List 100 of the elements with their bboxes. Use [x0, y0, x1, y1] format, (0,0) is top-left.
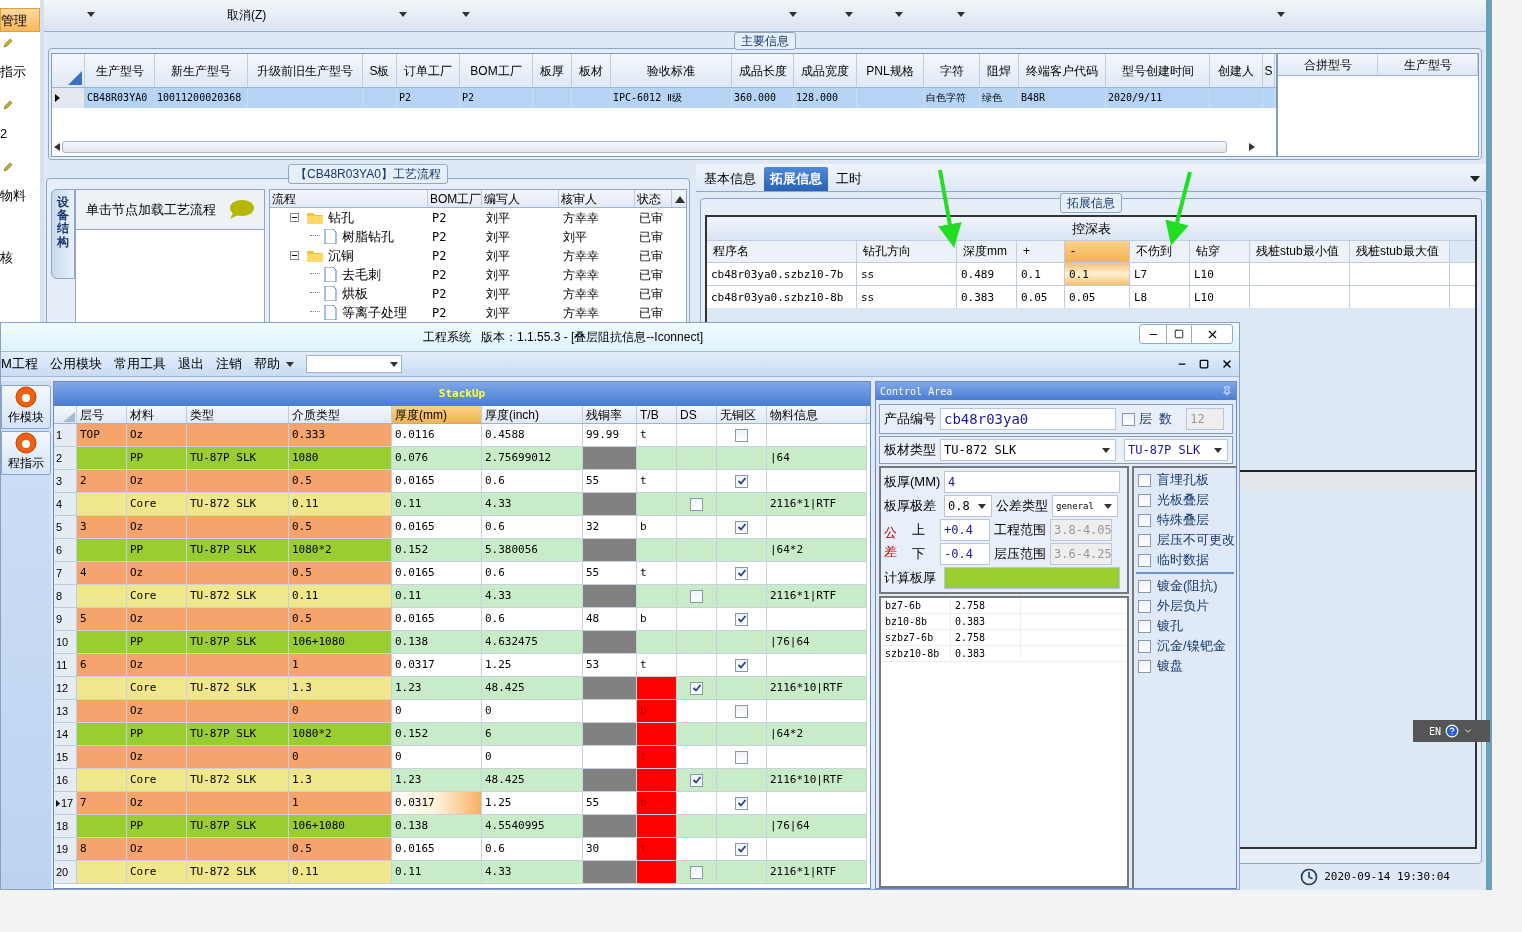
dropdown-arrow-icon[interactable]	[1470, 176, 1480, 182]
checkbox[interactable]	[1138, 639, 1151, 653]
column-header[interactable]: 成品宽度	[794, 54, 857, 87]
expand-toggle-icon[interactable]	[290, 213, 299, 222]
dropdown-arrow-icon[interactable]	[978, 503, 986, 509]
row-header[interactable]: 5	[54, 516, 77, 539]
table-row[interactable]: 14 PP TU-87P SLK 1080*2 0.152 6 |64*2	[54, 723, 870, 746]
side-tab[interactable]: 设备结构	[51, 189, 75, 279]
language-indicator[interactable]: EN	[1429, 723, 1442, 739]
checkbox[interactable]	[735, 842, 748, 856]
column-header[interactable]: DS	[677, 406, 717, 423]
checkbox[interactable]	[735, 704, 748, 718]
dropdown-arrow-icon[interactable]	[1214, 447, 1222, 453]
checkbox[interactable]	[690, 589, 703, 603]
tree-node-label[interactable]: 树脂钻孔	[342, 226, 394, 247]
menu-item[interactable]: 帮助	[253, 354, 280, 374]
column-header[interactable]: 无铜区	[717, 406, 767, 423]
column-header[interactable]: 材料	[127, 406, 187, 423]
checkbox[interactable]	[690, 681, 703, 695]
table-row[interactable]: 2 PP TU-87P SLK 1080 0.076 2.75699012 |64	[54, 447, 870, 470]
row-header[interactable]: 11	[54, 654, 77, 677]
column-header[interactable]: 生产型号	[1378, 54, 1478, 75]
column-header[interactable]: 成品长度	[732, 54, 794, 87]
sidebar-item[interactable]: 2	[0, 122, 40, 146]
checkbox[interactable]	[1138, 533, 1151, 547]
nav-button[interactable]: 程指示	[1, 431, 51, 475]
table-row[interactable]: 11 6 Oz 1 0.0317 1.25 53 t	[54, 654, 870, 677]
checkbox[interactable]	[1138, 513, 1151, 527]
column-header[interactable]: 钻穿	[1190, 241, 1250, 262]
tab[interactable]: 基本信息	[698, 167, 762, 191]
column-header[interactable]: 合拼型号	[1278, 54, 1378, 75]
select-all-corner-icon[interactable]	[68, 71, 82, 85]
dropdown-arrow-icon[interactable]	[1102, 447, 1110, 453]
column-header[interactable]: 残桩stub最小值	[1250, 241, 1350, 262]
row-header[interactable]: 10	[54, 631, 77, 654]
table-row[interactable]: 13 Oz 0 0 0 b	[54, 700, 870, 723]
dropdown-arrow-icon[interactable]	[845, 12, 854, 17]
checkbox[interactable]	[735, 750, 748, 764]
column-header[interactable]: 流程	[270, 190, 428, 207]
row-header[interactable]: 18	[54, 815, 77, 838]
column-header[interactable]: BOM工厂	[460, 54, 533, 87]
column-header[interactable]: 残铜率	[583, 406, 637, 423]
pin-icon[interactable]	[1222, 386, 1232, 396]
table-row[interactable]: 3 2 Oz 0.5 0.0165 0.6 55 t	[54, 470, 870, 493]
help-icon[interactable]	[1445, 724, 1460, 738]
column-header[interactable]: 编写人	[482, 190, 559, 207]
checkbox[interactable]	[690, 773, 703, 787]
column-header[interactable]: 核审人	[559, 190, 635, 207]
column-header[interactable]: 终端客户代码	[1019, 54, 1106, 87]
row-header[interactable]: 7	[54, 562, 77, 585]
column-header[interactable]: 板厚	[533, 54, 572, 87]
column-header[interactable]: 型号创建时间	[1106, 54, 1210, 87]
row-header[interactable]: 2	[54, 447, 77, 470]
checkbox[interactable]	[735, 796, 748, 810]
scroll-up-icon[interactable]	[675, 196, 685, 203]
dropdown-arrow-icon[interactable]	[1104, 503, 1112, 509]
checkbox[interactable]	[1138, 659, 1151, 673]
table-row[interactable]: 6 PP TU-87P SLK 1080*2 0.152 5.380056 |64*2	[54, 539, 870, 562]
column-header[interactable]: 新生产型号	[155, 54, 248, 87]
column-header[interactable]: 订单工厂	[397, 54, 460, 87]
sidebar-item[interactable]: 指示	[0, 60, 40, 84]
column-header[interactable]: 钻孔方向	[857, 241, 957, 262]
sidebar-item[interactable]: 物料	[0, 184, 40, 208]
checkbox[interactable]	[735, 612, 748, 626]
scroll-right-icon[interactable]	[1249, 143, 1255, 151]
checkbox[interactable]	[735, 658, 748, 672]
column-header[interactable]: 程序名	[707, 241, 857, 262]
column-header[interactable]: 状态	[635, 190, 672, 207]
checkbox[interactable]	[1138, 473, 1151, 487]
dropdown-arrow-icon[interactable]	[87, 12, 95, 17]
dropdown-arrow-icon[interactable]	[389, 361, 398, 367]
dropdown-arrow-icon[interactable]	[462, 12, 471, 17]
tree-node-label[interactable]: 沉铜	[328, 245, 354, 266]
dropdown-arrow-icon[interactable]	[399, 12, 408, 17]
row-header[interactable]: 20	[54, 861, 77, 884]
column-header[interactable]: -	[1065, 241, 1130, 262]
row-header[interactable]: 6	[54, 539, 77, 562]
column-header[interactable]: 层号	[77, 406, 127, 423]
nav-button[interactable]: 作模块	[1, 385, 51, 429]
column-header[interactable]: 厚度(mm)	[392, 406, 482, 423]
dropdown-arrow-icon[interactable]	[1277, 12, 1286, 17]
table-row[interactable]: 17 7 Oz 1 0.0317 1.25 55 b	[54, 792, 870, 815]
table-row[interactable]: 7 4 Oz 0.5 0.0165 0.6 55 t	[54, 562, 870, 585]
dropdown-arrow-icon[interactable]	[957, 12, 966, 17]
dropdown-arrow-icon[interactable]	[789, 12, 798, 17]
input-field[interactable]: +0.4	[940, 519, 990, 541]
table-row[interactable]: 5 3 Oz 0.5 0.0165 0.6 32 b	[54, 516, 870, 539]
table-row[interactable]: 15 Oz 0 0 0 t	[54, 746, 870, 769]
column-header[interactable]: 板材	[572, 54, 611, 87]
restore-icon[interactable]	[1199, 359, 1209, 369]
menu-item[interactable]: 退出	[177, 354, 204, 374]
expand-toggle-icon[interactable]	[290, 251, 299, 260]
column-header[interactable]: 残桩stub最大值	[1350, 241, 1450, 262]
table-row[interactable]: 10 PP TU-87P SLK 106+1080 0.138 4.632475 |76|64	[54, 631, 870, 654]
row-header[interactable]: 3	[54, 470, 77, 493]
column-header[interactable]: T/B	[637, 406, 677, 423]
row-header[interactable]: 4	[54, 493, 77, 516]
tab[interactable]: 工时	[830, 167, 868, 191]
sidebar-item[interactable]: 核	[0, 246, 40, 270]
table-row[interactable]: 20 Core TU-872 SLK 0.11 0.11 4.33 2116*1|RTF	[54, 861, 870, 884]
